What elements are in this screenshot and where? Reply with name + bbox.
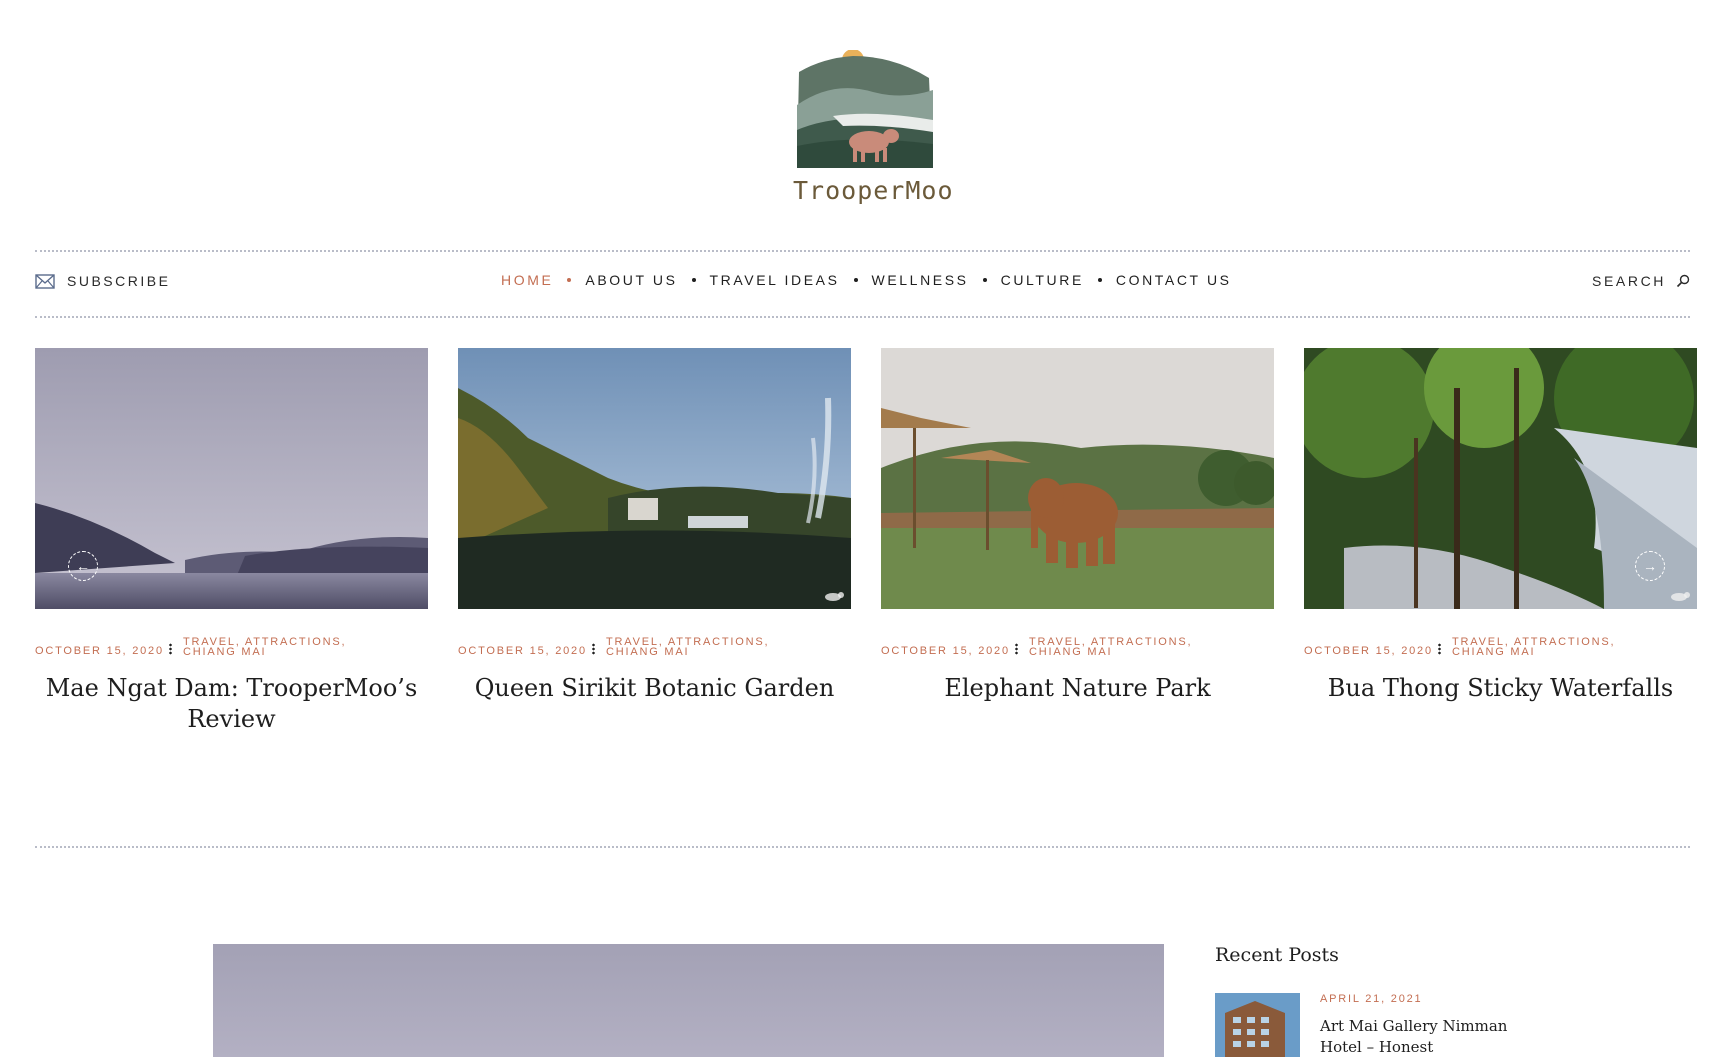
meta-separator — [1438, 643, 1441, 655]
subscribe-link[interactable]: SUBSCRIBE — [35, 273, 170, 289]
main-navbar: SUBSCRIBE HOME ABOUT US TRAVEL IDEAS WEL… — [0, 250, 1725, 316]
nav-item-wellness[interactable]: WELLNESS — [872, 272, 969, 288]
recent-post-title[interactable]: Art Mai Gallery Nimman Hotel – Honest — [1320, 1016, 1530, 1057]
post-title[interactable]: Bua Thong Sticky Waterfalls — [1304, 673, 1697, 704]
post-date[interactable]: OCTOBER 15, 2020 — [1304, 645, 1433, 657]
recent-posts-widget: Recent Posts APRIL 21, 2021 Art Mai Gall… — [1215, 944, 1645, 1057]
slider-prev-button[interactable]: ← — [68, 551, 98, 581]
featured-post-image[interactable] — [213, 944, 1164, 1057]
post-title[interactable]: Elephant Nature Park — [881, 673, 1274, 704]
site-logo[interactable]: TrooperMoo — [793, 50, 954, 208]
post-card: OCTOBER 15, 2020 TRAVEL, ATTRACTIONS, CH… — [881, 348, 1274, 704]
post-card-meta: OCTOBER 15, 2020 TRAVEL, ATTRACTIONS, CH… — [1304, 637, 1697, 661]
post-card: → OCTOBER 15, 2020 TRAVEL, ATTRACTIONS, … — [1304, 348, 1697, 704]
post-date[interactable]: OCTOBER 15, 2020 — [35, 645, 164, 657]
cow-watermark-icon — [825, 592, 844, 601]
site-header: TrooperMoo — [0, 0, 1725, 230]
recent-post-thumbnail[interactable] — [1215, 993, 1300, 1057]
post-card: ← OCTOBER 15, 2020 TRAVEL, ATTRACTIONS, … — [35, 348, 428, 735]
recent-post-date[interactable]: APRIL 21, 2021 — [1320, 993, 1422, 1005]
post-card: OCTOBER 15, 2020 TRAVEL, ATTRACTIONS, CH… — [458, 348, 851, 704]
search-icon — [1676, 274, 1690, 288]
cow-watermark-icon — [1671, 592, 1690, 601]
logo-mountain-icon — [797, 50, 933, 168]
nav-divider — [35, 316, 1690, 318]
post-card-meta: OCTOBER 15, 2020 TRAVEL, ATTRACTIONS, CH… — [35, 637, 428, 661]
post-date[interactable]: OCTOBER 15, 2020 — [458, 645, 587, 657]
nav-separator — [853, 278, 858, 282]
post-categories[interactable]: TRAVEL, ATTRACTIONS, CHIANG MAI — [1029, 637, 1229, 658]
post-date[interactable]: OCTOBER 15, 2020 — [881, 645, 1010, 657]
recent-posts-heading: Recent Posts — [1215, 944, 1339, 966]
nav-item-home[interactable]: HOME — [501, 272, 553, 288]
primary-menu: HOME ABOUT US TRAVEL IDEAS WELLNESS CULT… — [501, 272, 1232, 288]
envelope-icon — [35, 273, 55, 289]
post-categories[interactable]: TRAVEL, ATTRACTIONS, CHIANG MAI — [1452, 637, 1652, 658]
post-title[interactable]: Mae Ngat Dam: TrooperMoo’s Review — [35, 673, 428, 735]
search-label: SEARCH — [1592, 273, 1666, 289]
nav-separator — [1097, 278, 1102, 282]
nav-separator — [691, 278, 696, 282]
logo-wordmark: TrooperMoo — [793, 176, 954, 205]
nav-separator — [567, 278, 572, 282]
nav-item-about-us[interactable]: ABOUT US — [585, 272, 677, 288]
post-categories[interactable]: TRAVEL, ATTRACTIONS, CHIANG MAI — [183, 637, 383, 658]
arrow-left-icon: ← — [76, 558, 90, 574]
nav-item-culture[interactable]: CULTURE — [1001, 272, 1084, 288]
nav-separator — [982, 278, 987, 282]
slider-divider — [35, 846, 1690, 848]
meta-separator — [169, 643, 172, 655]
post-card-meta: OCTOBER 15, 2020 TRAVEL, ATTRACTIONS, CH… — [881, 637, 1274, 661]
nav-item-contact-us[interactable]: CONTACT US — [1116, 272, 1232, 288]
post-card-meta: OCTOBER 15, 2020 TRAVEL, ATTRACTIONS, CH… — [458, 637, 851, 661]
search-toggle[interactable]: SEARCH — [1592, 273, 1690, 289]
post-card-image[interactable]: ← — [35, 348, 428, 609]
slider-next-button[interactable]: → — [1635, 551, 1665, 581]
featured-posts-slider: ← OCTOBER 15, 2020 TRAVEL, ATTRACTIONS, … — [35, 348, 1697, 738]
post-card-image[interactable] — [458, 348, 851, 609]
meta-separator — [592, 643, 595, 655]
meta-separator — [1015, 643, 1018, 655]
subscribe-label: SUBSCRIBE — [67, 273, 171, 289]
post-title[interactable]: Queen Sirikit Botanic Garden — [458, 673, 851, 704]
post-card-image[interactable] — [881, 348, 1274, 609]
arrow-right-icon: → — [1643, 558, 1657, 574]
post-categories[interactable]: TRAVEL, ATTRACTIONS, CHIANG MAI — [606, 637, 806, 658]
post-card-image[interactable]: → — [1304, 348, 1697, 609]
nav-item-travel-ideas[interactable]: TRAVEL IDEAS — [710, 272, 840, 288]
